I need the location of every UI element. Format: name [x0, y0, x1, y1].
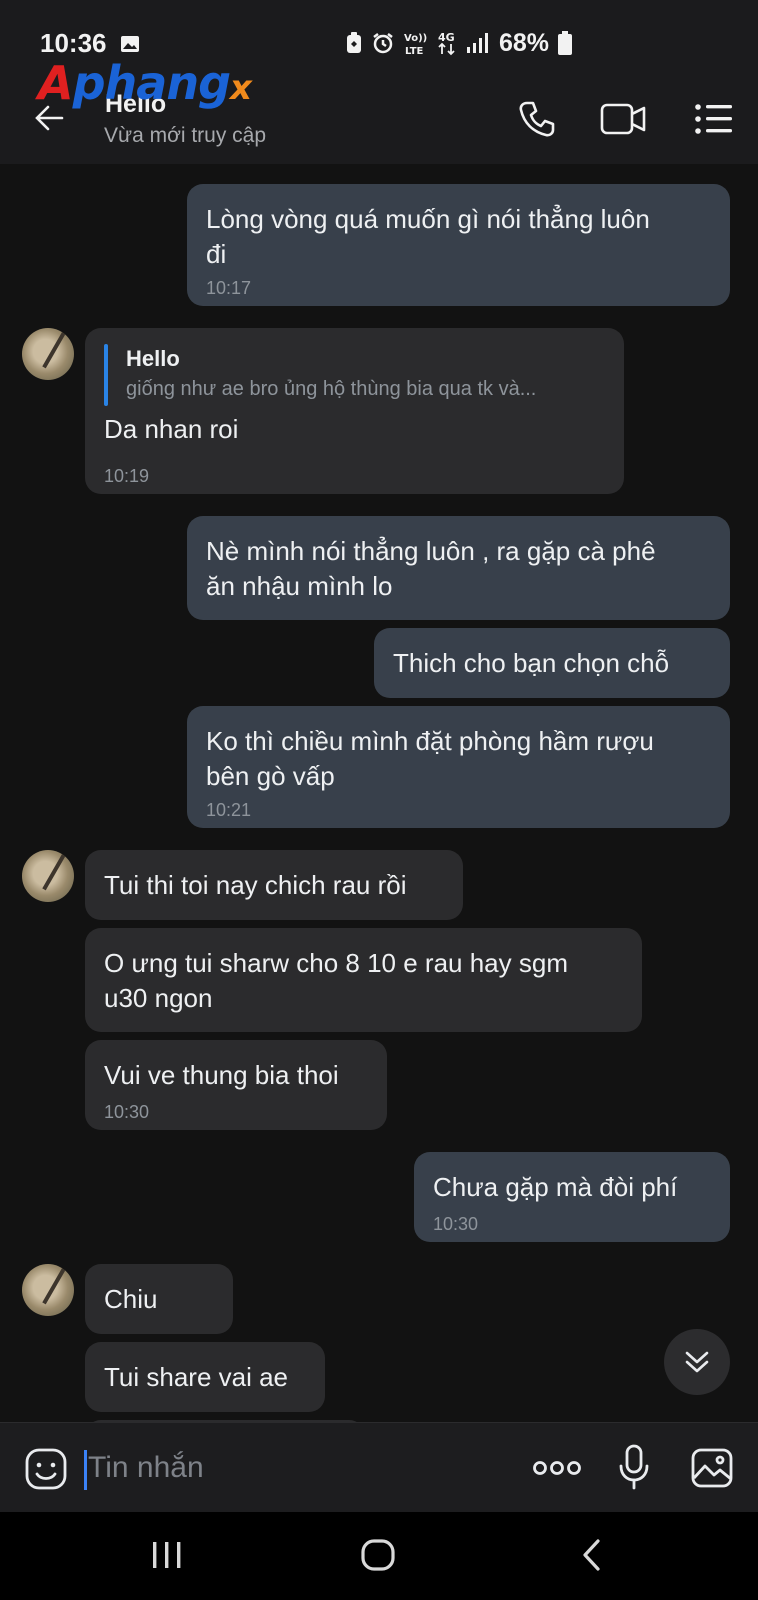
message-text-line: Chiu [104, 1284, 158, 1314]
message-text-line: Thich cho bạn chọn chỗ [393, 648, 670, 678]
message-incoming[interactable]: Chiu [85, 1264, 233, 1334]
signal-icon [467, 33, 488, 53]
quoted-sender: Hello [126, 346, 180, 371]
message-text-line: Chưa gặp mà đòi phí [433, 1172, 678, 1202]
image-icon [121, 36, 139, 52]
message-outgoing[interactable]: Lòng vòng quá muốn gì nói thẳng luôn đi … [187, 184, 730, 306]
text-cursor [84, 1450, 87, 1490]
message-text-line: đi [206, 239, 227, 269]
message-text-line: Lòng vòng quá muốn gì nói thẳng luôn [206, 204, 650, 234]
message-text-line: Da nhan roi [104, 414, 239, 444]
microphone-icon[interactable] [618, 1444, 650, 1492]
message-text-line: Vui ve thung bia thoi [104, 1060, 339, 1090]
sticker-icon[interactable] [24, 1447, 68, 1491]
message-text-line: ăn nhậu mình lo [206, 571, 393, 601]
message-time: 10:30 [104, 1102, 150, 1122]
message-input-placeholder: Tin nhắn [88, 1451, 204, 1484]
message-time: 10:17 [206, 278, 252, 298]
4g-icon: 4G [438, 31, 455, 56]
svg-text:Vo)): Vo)) [404, 33, 427, 44]
volte-icon: Vo)) LTE [404, 33, 427, 56]
svg-text:LTE: LTE [405, 46, 424, 56]
message-incoming[interactable]: Hello giống như ae bro ủng hộ thùng bia … [85, 328, 624, 494]
message-incoming[interactable]: O ưng tui sharw cho 8 10 e rau hay sgm u… [85, 928, 642, 1032]
video-call-icon[interactable] [600, 100, 646, 138]
battery-percent: 68% [499, 28, 550, 57]
quoted-text: giống như ae bro ủng hộ thùng bia qua tk… [126, 378, 537, 400]
gallery-icon[interactable] [690, 1446, 734, 1490]
svg-text:4G: 4G [438, 31, 455, 44]
message-text-line: O ưng tui sharw cho 8 10 e rau hay sgm [104, 948, 568, 978]
message-time: 10:30 [433, 1214, 479, 1234]
menu-icon[interactable] [694, 100, 734, 138]
battery-icon [558, 31, 573, 55]
recent-apps-icon[interactable] [151, 1540, 183, 1570]
scroll-to-bottom-button[interactable] [664, 1329, 730, 1395]
more-options-icon[interactable] [532, 1458, 582, 1478]
message-incoming[interactable]: Tui share vai ae [85, 1342, 325, 1412]
message-incoming[interactable]: Vui ve thung bia thoi 10:30 [85, 1040, 387, 1130]
message-text-line: Tui thi toi nay chich rau rồi [104, 870, 407, 900]
avatar[interactable] [22, 328, 74, 380]
message-list[interactable]: Lòng vòng quá muốn gì nói thẳng luôn đi … [0, 164, 758, 1422]
message-text-line: Tui share vai ae [104, 1362, 289, 1392]
avatar[interactable] [22, 850, 74, 902]
message-text-line: u30 ngon [104, 983, 213, 1013]
alarm-icon [373, 33, 393, 54]
message-outgoing[interactable]: Thich cho bạn chọn chỗ [374, 628, 730, 698]
quoted-message[interactable]: Hello giống như ae bro ủng hộ thùng bia … [104, 344, 606, 406]
home-icon[interactable] [360, 1538, 396, 1572]
message-time: 10:19 [104, 466, 150, 486]
double-chevron-down-icon [685, 1351, 709, 1373]
watermark-logo: Aphangx [38, 56, 252, 110]
status-icons: Vo)) LTE 4G 68% [346, 27, 573, 59]
message-time: 10:21 [206, 800, 252, 820]
message-outgoing[interactable]: Ko thì chiều mình đặt phòng hầm rượu bên… [187, 706, 730, 828]
message-text-line: Ko thì chiều mình đặt phòng hầm rượu [206, 726, 654, 756]
avatar[interactable] [22, 1264, 74, 1316]
battery-saver-icon [347, 32, 361, 53]
message-outgoing[interactable]: Chưa gặp mà đòi phí 10:30 [414, 1152, 730, 1242]
message-text-line: Nè mình nói thẳng luôn , ra gặp cà phê [206, 536, 656, 566]
status-time: 10:36 [40, 28, 107, 58]
nav-back-icon[interactable] [580, 1538, 604, 1572]
phone-icon[interactable] [518, 100, 556, 138]
contact-status: Vừa mới truy cập [104, 124, 267, 147]
message-text-line: bên gò vấp [206, 761, 335, 791]
message-incoming[interactable]: Tui thi toi nay chich rau rồi [85, 850, 463, 920]
message-outgoing[interactable]: Nè mình nói thẳng luôn , ra gặp cà phê ă… [187, 516, 730, 620]
